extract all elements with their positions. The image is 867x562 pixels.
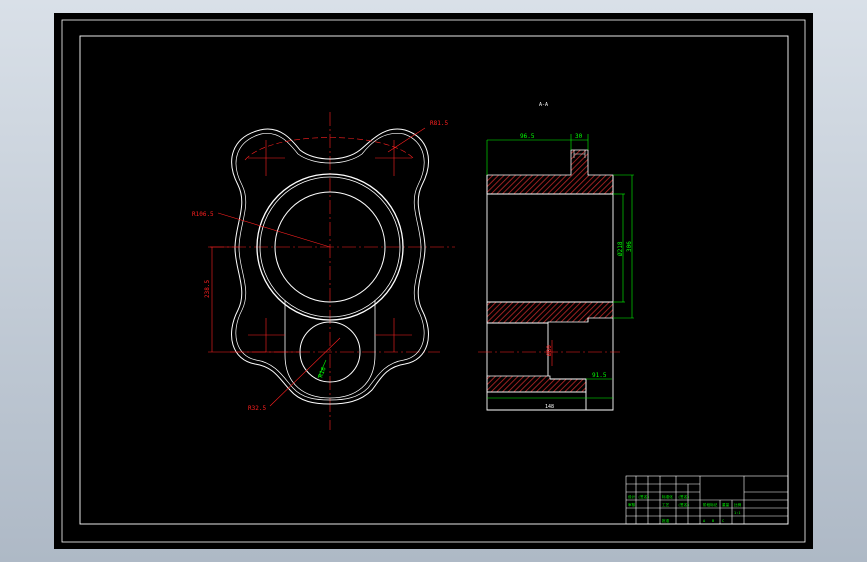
svg-text:C: C [722,519,724,523]
label-lower-step: 91.5 [592,372,607,379]
svg-text:审核: 审核 [628,502,636,507]
svg-text:(签名): (签名) [678,502,690,507]
label-height: 238.5 [204,280,211,298]
svg-text:比例: 比例 [734,502,742,507]
section-mark: A-A [539,102,548,108]
svg-text:阶段标记: 阶段标记 [703,502,718,507]
svg-text:批准: 批准 [662,518,670,523]
label-outer-dia: 306 [626,241,633,252]
svg-text:工艺: 工艺 [662,502,670,507]
cad-drawing-canvas[interactable]: R81.5 R106.5 238.5 R32.5 R16 A-A 96.5 30… [0,0,867,562]
label-top-width: 96.5 [520,133,535,140]
svg-text:重量: 重量 [722,502,730,507]
svg-text:设计: 设计 [628,494,636,499]
label-hole-radius: R32.5 [248,405,266,412]
label-overall-width: 148 [545,404,554,410]
drawing-sheet [54,13,813,549]
label-lower-dia: Ø80 [546,345,553,356]
svg-text:(签名): (签名) [678,494,690,499]
label-inner-dia: Ø218 [617,241,624,256]
label-top-right-radius: R81.5 [430,120,448,127]
svg-text:1:1: 1:1 [734,511,741,515]
svg-text:(签名): (签名) [638,494,650,499]
label-top-step: 30 [575,133,583,140]
label-bore-radius: R106.5 [192,211,214,218]
svg-text:标准化: 标准化 [662,494,673,499]
svg-text:B: B [712,519,714,523]
